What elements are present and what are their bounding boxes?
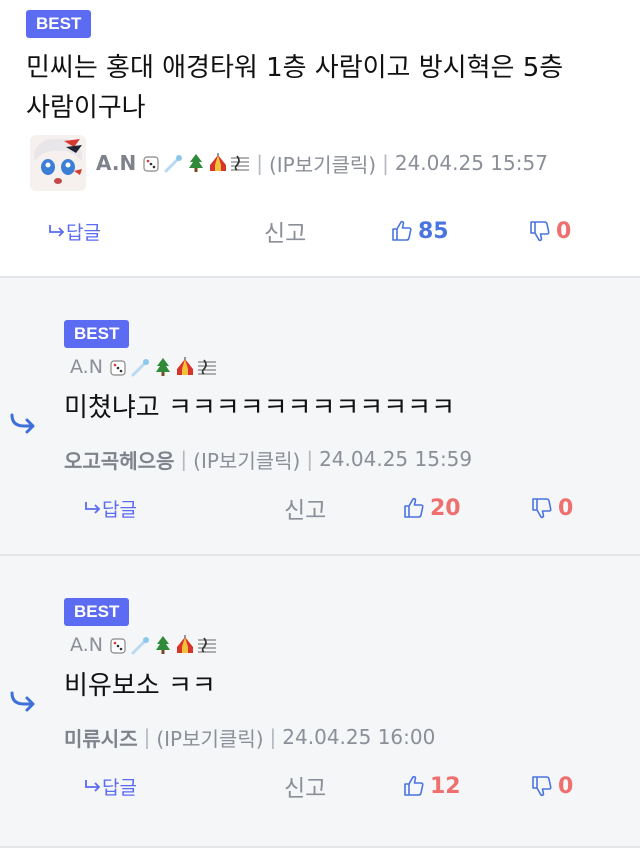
separator: |: [143, 725, 151, 749]
reply-arrow-icon: [85, 780, 101, 792]
report-button[interactable]: 신고: [264, 211, 306, 251]
comment-text: 비유보소 ㅋㅋ: [64, 671, 216, 701]
separator: |: [269, 725, 277, 749]
report-button[interactable]: 신고: [284, 488, 326, 528]
comment-meta: A.N | (IP보기클릭) | 24.04.25 15:57: [30, 134, 548, 192]
report-label: 신고: [284, 498, 327, 524]
comet-icon: [131, 635, 151, 655]
report-button[interactable]: 신고: [284, 766, 326, 806]
comment-text-line: 사람이구나: [26, 93, 146, 123]
avatar[interactable]: [30, 135, 86, 191]
ip-view-link[interactable]: (IP보기클릭): [156, 723, 263, 752]
reply-button[interactable]: 답글: [84, 766, 137, 806]
best-badge: BEST: [26, 10, 92, 38]
dislike-count: 0: [556, 218, 572, 244]
dislike-count: 0: [558, 495, 574, 521]
comet-icon: [164, 153, 184, 173]
like-count: 20: [430, 495, 461, 521]
user-emoji-badges: [109, 635, 217, 655]
best-badge: BEST: [64, 598, 130, 626]
author-name[interactable]: 오고곡헤으응: [64, 445, 174, 474]
reply-arrow-icon: [85, 502, 101, 514]
best-badge: BEST: [64, 320, 130, 348]
like-count: 85: [418, 218, 449, 244]
parent-author-ref[interactable]: A.N: [70, 356, 217, 378]
comment-actions: 답글 신고 85 0: [0, 211, 640, 251]
report-label: 신고: [284, 776, 327, 802]
thumbs-down-icon: [530, 221, 550, 242]
reply-label: 답글: [66, 221, 101, 244]
dice-icon: [109, 357, 129, 377]
author-name[interactable]: 미류시즈: [64, 723, 138, 752]
comment-text: 미쳤냐고 ㅋㅋㅋㅋㅋㅋㅋㅋㅋㅋㅋㅋ: [64, 393, 455, 423]
dislike-count: 0: [558, 773, 574, 799]
comment-meta: 오고곡헤으응 | (IP보기클릭) | 24.04.25 15:59: [64, 444, 472, 474]
reply-button[interactable]: 답글: [48, 211, 101, 251]
reply-label: 답글: [102, 776, 137, 799]
comment-item: BEST 민씨는 홍대 애경타워 1층 사람이고 방시혁은 5층 사람이구나 A…: [0, 0, 640, 278]
dice-icon: [109, 635, 129, 655]
reply-item: BEST A.N 미쳤냐고 ㅋㅋㅋㅋㅋㅋㅋㅋㅋㅋㅋㅋ 오고곡헤으응 | (IP보…: [0, 278, 640, 556]
like-button[interactable]: 85: [390, 211, 449, 251]
ip-view-link[interactable]: (IP보기클릭): [269, 149, 376, 178]
reply-label: 답글: [102, 498, 137, 521]
reply-item: BEST A.N 비유보소 ㅋㅋ 미류시즈 | (IP보기클릭) | 24.04…: [0, 556, 640, 848]
ip-view-link[interactable]: (IP보기클릭): [193, 445, 300, 474]
separator: |: [306, 447, 314, 471]
thumbs-down-icon: [532, 498, 552, 519]
comment-actions: 답글 신고 12 0: [0, 766, 640, 806]
thumbs-up-icon: [392, 220, 412, 241]
comet-icon: [131, 357, 151, 377]
like-count: 12: [430, 773, 461, 799]
dislike-button[interactable]: 0: [528, 211, 571, 251]
circus-tent-icon: [175, 357, 195, 377]
parent-author-ref[interactable]: A.N: [70, 634, 217, 656]
user-emoji-badges: [109, 357, 217, 377]
reply-arrow-icon: [10, 691, 35, 712]
author-name[interactable]: A.N: [96, 151, 136, 175]
comment-meta: 미류시즈 | (IP보기클릭) | 24.04.25 16:00: [64, 722, 435, 752]
like-button[interactable]: 20: [402, 488, 461, 528]
reply-arrow-icon: [49, 225, 65, 237]
comment-datetime: 24.04.25 15:57: [394, 151, 548, 175]
reply-arrow-icon: [10, 413, 35, 434]
tree-icon: [153, 357, 173, 377]
music-score-icon: [230, 153, 250, 173]
comment-text: 민씨는 홍대 애경타워 1층 사람이고 방시혁은 5층 사람이구나: [26, 48, 563, 128]
tree-icon: [153, 635, 173, 655]
thumbs-up-icon: [404, 775, 424, 796]
parent-author-name: A.N: [70, 356, 103, 378]
comment-actions: 답글 신고 20 0: [0, 488, 640, 528]
comment-datetime: 24.04.25 16:00: [282, 725, 436, 749]
comment-datetime: 24.04.25 15:59: [319, 447, 473, 471]
tree-icon: [186, 153, 206, 173]
thumbs-up-icon: [404, 497, 424, 518]
comment-text-line: 민씨는 홍대 애경타워 1층 사람이고 방시혁은 5층: [26, 53, 564, 83]
dice-icon: [142, 153, 162, 173]
dislike-button[interactable]: 0: [530, 488, 573, 528]
report-label: 신고: [264, 221, 307, 247]
like-button[interactable]: 12: [402, 766, 461, 806]
user-emoji-badges: [142, 153, 250, 173]
reply-button[interactable]: 답글: [84, 488, 137, 528]
separator: |: [256, 151, 263, 175]
separator: |: [382, 151, 389, 175]
dislike-button[interactable]: 0: [530, 766, 573, 806]
separator: |: [180, 447, 188, 471]
music-score-icon: [197, 635, 217, 655]
circus-tent-icon: [175, 635, 195, 655]
music-score-icon: [197, 357, 217, 377]
circus-tent-icon: [208, 153, 228, 173]
thumbs-down-icon: [532, 776, 552, 797]
parent-author-name: A.N: [70, 634, 103, 656]
